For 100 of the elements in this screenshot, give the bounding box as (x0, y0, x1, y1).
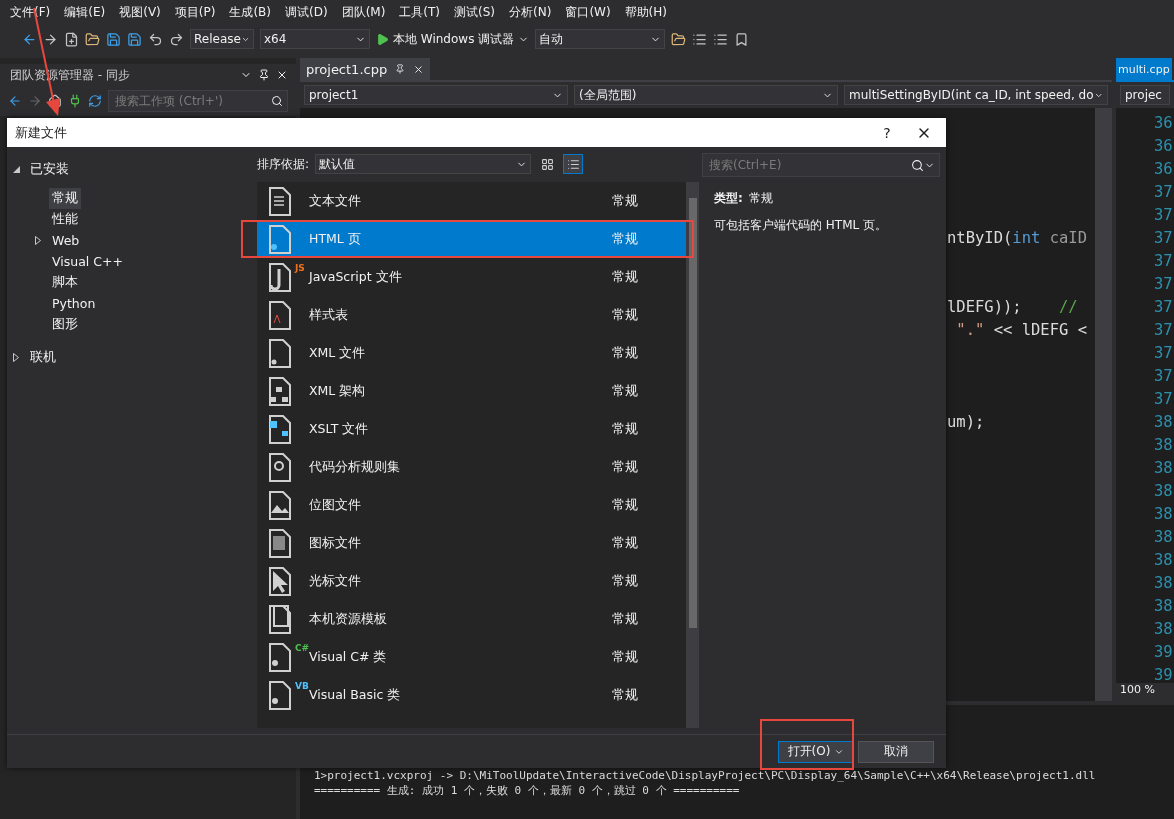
template-item[interactable]: XML 架构 常规 (257, 372, 686, 410)
description-text: 可包括客户端代码的 HTML 页。 (714, 217, 889, 234)
template-item[interactable]: XSLT 文件 常规 (257, 410, 686, 448)
mode-dropdown[interactable]: 自动 (535, 29, 666, 49)
line-number: 38 (1154, 412, 1174, 433)
folder-icon[interactable] (671, 31, 687, 47)
template-item[interactable]: 位图文件 常规 (257, 486, 686, 524)
output-line: 1>project1.vcxproj -> D:\MiToolUpdate\InteractiveCode\DisplayProject\PC\Display_64\Sample\C++\x64\Release\project1.dll (314, 769, 1097, 783)
code-line: ntByID(int caID (947, 228, 1088, 249)
collapse-icon[interactable] (13, 166, 20, 173)
save-all-icon[interactable] (127, 31, 142, 47)
nav-dropdown[interactable]: projec (1120, 85, 1170, 105)
tree-item[interactable]: 常规 (49, 188, 81, 209)
line-number: 38 (1154, 481, 1174, 502)
template-item[interactable]: 本机资源模板 常规 (257, 600, 686, 638)
search-icon[interactable] (911, 158, 924, 172)
menu-item[interactable]: 项目(P) (168, 3, 222, 21)
search-box[interactable]: 搜索工作项 (Ctrl+') (108, 90, 288, 112)
sort-label: 排序依据: (257, 155, 310, 173)
grid-icon (540, 157, 554, 171)
redo-icon[interactable] (169, 31, 184, 47)
undo-icon[interactable] (148, 31, 163, 47)
editor-tab[interactable]: project1.cpp (300, 58, 431, 80)
new-project-icon[interactable] (64, 31, 79, 47)
menu-item[interactable]: 测试(S) (448, 3, 502, 21)
template-item[interactable]: 样式表 常规 (257, 296, 686, 334)
list-icon[interactable] (692, 31, 708, 47)
editor-tab[interactable]: multi.cpp (1116, 58, 1172, 80)
line-number: 38 (1154, 458, 1174, 479)
refresh-icon[interactable] (88, 94, 102, 108)
badge-label: VB (295, 681, 309, 691)
expand-icon[interactable] (13, 353, 19, 362)
line-number: 36 (1154, 113, 1174, 134)
tree-item[interactable]: 性能 (49, 209, 81, 230)
line-number: 37 (1154, 205, 1174, 226)
line-number: 39 (1154, 665, 1174, 683)
tree-item[interactable]: 已安装 (27, 159, 72, 180)
close-icon[interactable] (276, 69, 288, 81)
template-item[interactable]: 图标文件 常规 (257, 524, 686, 562)
platform-dropdown[interactable]: x64 (260, 29, 370, 49)
back-icon[interactable] (8, 94, 22, 108)
scrollbar[interactable] (686, 182, 699, 728)
template-item[interactable]: 光标文件 常规 (257, 562, 686, 600)
expand-icon[interactable] (35, 236, 41, 245)
list-icon[interactable] (713, 31, 729, 47)
tree-item[interactable]: Python (49, 294, 99, 313)
pin-icon[interactable] (395, 64, 406, 74)
back-icon[interactable] (22, 31, 37, 47)
search-field[interactable]: 搜索(Ctrl+E) (707, 157, 911, 173)
tree-item[interactable]: Web (49, 231, 83, 250)
nav-dropdown[interactable]: project1 (304, 85, 568, 105)
pin-icon[interactable] (258, 69, 270, 81)
line-number: 38 (1154, 596, 1174, 617)
menu-item[interactable]: 编辑(E) (58, 3, 112, 21)
bookmark-icon[interactable] (734, 31, 750, 47)
line-number: 38 (1154, 550, 1174, 571)
list-view-button[interactable] (563, 154, 584, 174)
nav-dropdown[interactable]: (全局范围) (574, 85, 838, 105)
open-button[interactable]: 打开(O) (778, 740, 854, 763)
output-line: ========== 生成: 成功 1 个，失败 0 个，最新 0 个，跳过 0 个 ========== (314, 783, 741, 797)
template-item[interactable]: 文本文件 常规 (257, 182, 686, 220)
plug-icon[interactable] (68, 94, 82, 108)
menu-item[interactable]: 工具(T) (393, 3, 447, 21)
start-debugger-button[interactable]: 本地 Windows 调试器 (376, 30, 530, 48)
menu-item[interactable]: 生成(B) (223, 3, 277, 21)
menu-item[interactable]: 调试(D) (279, 3, 334, 21)
scrollbar[interactable] (1095, 108, 1112, 701)
line-number: 37 (1154, 251, 1174, 272)
forward-icon[interactable] (43, 31, 58, 47)
help-button[interactable]: ? (872, 123, 902, 142)
open-folder-icon[interactable] (85, 31, 100, 47)
line-number: 37 (1154, 366, 1174, 387)
save-icon[interactable] (106, 31, 121, 47)
play-icon (376, 32, 389, 46)
config-dropdown[interactable]: Release (190, 29, 254, 49)
line-number: 37 (1154, 228, 1174, 249)
menu-item[interactable]: 团队(M) (335, 3, 392, 21)
search-box[interactable]: 搜索(Ctrl+E) (702, 153, 940, 177)
cancel-button[interactable]: 取消 (858, 740, 934, 763)
template-item[interactable]: XML 文件 常规 (257, 334, 686, 372)
tree-item[interactable]: Visual C++ (49, 252, 126, 271)
template-item[interactable]: JS JavaScript 文件 常规 (257, 258, 686, 296)
nav-dropdown[interactable]: multiSettingByID(int ca_ID, int speed, do (844, 85, 1108, 105)
template-item[interactable]: 代码分析规则集 常规 (257, 448, 686, 486)
search-icon[interactable] (271, 95, 283, 107)
tree-item[interactable]: 联机 (27, 347, 59, 368)
tree-item[interactable]: 脚本 (49, 272, 81, 293)
code-line: "." << lDEFG < (955, 320, 1088, 341)
menu-item[interactable]: 帮助(H) (618, 3, 673, 21)
line-number: 37 (1154, 182, 1174, 203)
menu-item[interactable]: 分析(N) (503, 3, 558, 21)
line-number: 38 (1154, 435, 1174, 456)
line-number: 37 (1154, 343, 1174, 364)
sort-dropdown[interactable]: 默认值 (315, 154, 532, 174)
close-icon[interactable] (413, 63, 425, 75)
badge-label: C# (295, 643, 310, 653)
tree-item[interactable]: 图形 (49, 314, 81, 335)
list-icon (566, 157, 580, 171)
menu-item[interactable]: 视图(V) (113, 3, 167, 21)
menu-item[interactable]: 窗口(W) (559, 3, 617, 21)
